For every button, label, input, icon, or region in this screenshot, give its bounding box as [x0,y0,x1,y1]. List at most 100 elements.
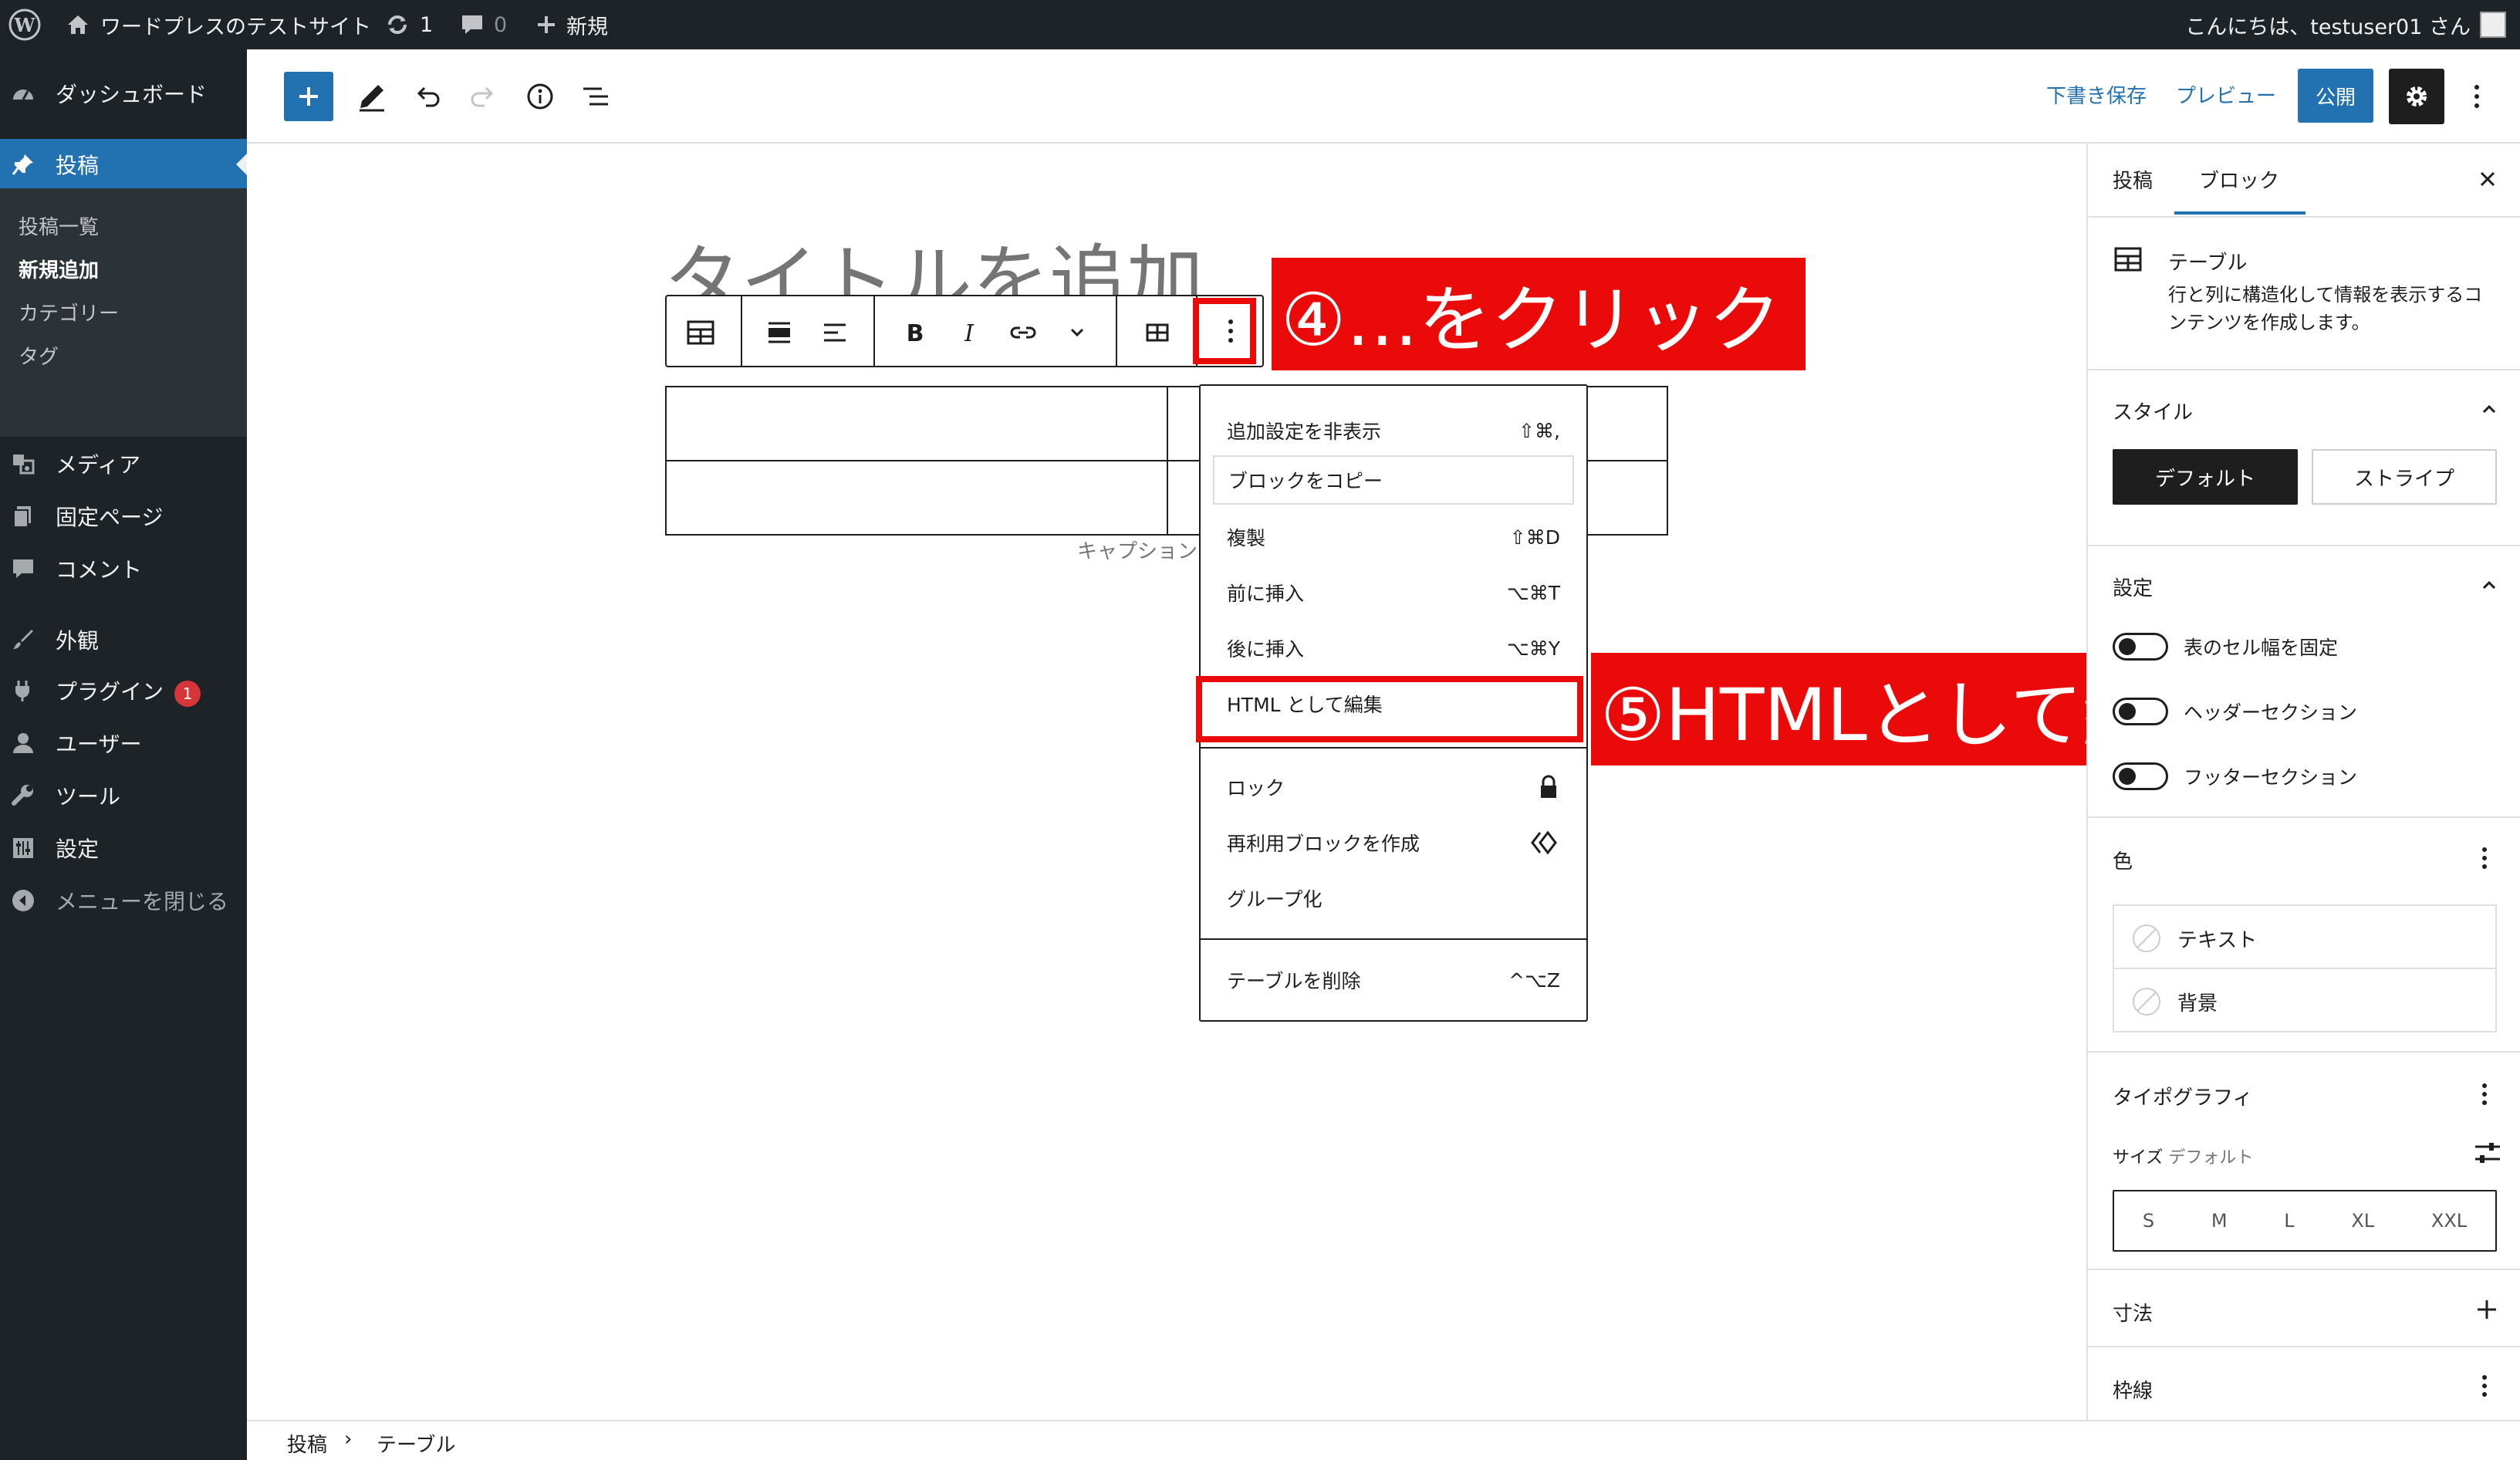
table-caption-input[interactable]: キャプション [1077,536,1198,564]
site-name-link[interactable]: ワードプレスのテストサイト [65,0,371,49]
size-option-xl[interactable]: XL [2351,1210,2374,1232]
plugins-text: プラグイン [56,678,164,705]
menu-media-label: メディア [56,452,141,478]
settings-sidebar: 投稿 ブロック テーブル 行と列に構造化して情報を表示するコンテンツを作成します… [2086,144,2520,1420]
menu-media[interactable]: メディア [0,438,247,489]
comments-link[interactable]: 0 [460,0,507,49]
toolbar-divider [1116,296,1117,367]
undo-button[interactable] [403,72,452,121]
block-type-button[interactable] [676,308,725,357]
table-cell[interactable] [665,386,1168,461]
menu-item-create-reusable[interactable]: 再利用ブロックを作成 [1213,818,1574,867]
text-align-button[interactable] [810,308,860,357]
wordpress-logo-icon[interactable]: W [8,0,42,49]
menu-dashboard[interactable]: ダッシュボード [0,68,247,119]
bold-button[interactable]: B [890,308,940,357]
menu-appearance-label: 外観 [56,628,100,654]
breadcrumb-separator-icon: › [344,1428,353,1451]
link-button[interactable] [998,308,1048,357]
styles-heading[interactable]: スタイル [2113,397,2193,425]
menu-comments[interactable]: コメント [0,543,247,594]
align-button[interactable] [755,308,804,357]
menu-tools[interactable]: ツール [0,770,247,821]
updates-link[interactable]: 1 [384,0,433,49]
save-draft-button[interactable]: 下書き保存 [2046,80,2147,109]
text-align-left-icon [824,323,846,342]
style-stripes-button[interactable]: ストライプ [2312,449,2497,505]
menu-settings[interactable]: 設定 [0,823,247,874]
submenu-categories[interactable]: カテゴリー [19,298,119,326]
size-option-m[interactable]: M [2211,1210,2228,1232]
tab-block[interactable]: ブロック [2199,165,2279,194]
menu-item-copy-block[interactable]: ブロックをコピー [1213,455,1574,505]
more-vertical-icon[interactable] [2480,846,2489,870]
pages-icon [13,506,31,528]
publish-button[interactable]: 公開 [2298,69,2373,123]
menu-pages[interactable]: 固定ページ [0,491,247,542]
edit-table-button[interactable] [1133,308,1182,357]
submenu-tags[interactable]: タグ [19,341,59,370]
menu-item-label: 後に挿入 [1227,638,1305,661]
my-account-link[interactable]: こんにちは、testuser01 さん [2185,0,2506,49]
menu-plugins[interactable]: プラグイン 1 [0,665,247,716]
settings-toggle-button[interactable] [2389,69,2444,124]
toggle-fixed-width[interactable] [2113,633,2168,661]
menu-item-insert-after[interactable]: 後に挿入 ⌥⌘Y [1213,624,1574,673]
more-vertical-icon[interactable] [2480,1082,2489,1107]
color-text-item[interactable]: テキスト [2113,904,2497,969]
custom-size-sliders-icon[interactable] [2472,1139,2503,1167]
table-cell[interactable] [665,460,1168,536]
color-text-label: テキスト [2177,929,2258,952]
tools-button[interactable] [347,72,397,121]
submenu-add-new[interactable]: 新規追加 [19,255,99,283]
size-value-text: デフォルト [2168,1148,2254,1168]
submenu-all-posts[interactable]: 投稿一覧 [19,211,99,240]
menu-item-group[interactable]: グループ化 [1213,874,1574,923]
block-inserter-button[interactable] [284,72,333,121]
more-vertical-icon[interactable] [2480,1374,2489,1398]
menu-appearance[interactable]: 外観 [0,614,247,665]
more-formatting-button[interactable] [1052,308,1102,357]
details-button[interactable] [515,72,565,121]
menu-item-hide-settings[interactable]: 追加設定を非表示 ⇧⌘, [1213,406,1574,455]
greeting: こんにちは、testuser01 さん [2185,15,2471,39]
toggle-knob [2119,638,2136,655]
size-option-xxl[interactable]: XXL [2431,1210,2467,1232]
menu-posts[interactable]: 投稿 [0,139,247,190]
breadcrumb-root[interactable]: 投稿 [287,1429,327,1458]
border-heading: 枠線 [2113,1380,2153,1403]
settings-heading[interactable]: 設定 [2113,573,2153,601]
size-option-l[interactable]: L [2284,1210,2294,1232]
list-view-button[interactable] [571,72,620,121]
new-content-link[interactable]: 新規 [535,0,608,49]
style-default-button[interactable]: デフォルト [2113,449,2298,505]
menu-users[interactable]: ユーザー [0,718,247,769]
color-background-item[interactable]: 背景 [2113,968,2497,1032]
table-icon [2114,247,2142,272]
menu-item-label: ロック [1227,777,1285,799]
menu-item-duplicate[interactable]: 複製 ⇧⌘D [1213,512,1574,562]
toggle-footer-section[interactable] [2113,762,2168,790]
redo-button[interactable] [458,72,508,121]
user-icon [13,733,33,753]
pushpin-icon [12,154,33,175]
preview-button[interactable]: プレビュー [2176,80,2276,109]
toggle-header-section[interactable] [2113,698,2168,725]
size-option-s[interactable]: S [2143,1210,2154,1232]
plus-icon[interactable] [2475,1298,2498,1321]
link-icon [1010,326,1036,339]
lock-icon [1541,775,1556,798]
menu-collapse[interactable]: メニューを閉じる [0,875,247,926]
chevron-up-icon[interactable] [2478,398,2500,420]
posts-submenu: 投稿一覧 新規追加 カテゴリー タグ [0,188,247,437]
toggle-fixed-width-label: 表のセル幅を固定 [2184,637,2339,659]
color-swatch-empty-icon [2133,924,2160,952]
menu-item-lock[interactable]: ロック [1213,762,1574,812]
close-sidebar-button[interactable] [2471,162,2505,196]
chevron-up-icon[interactable] [2478,574,2500,596]
menu-item-delete-table[interactable]: テーブルを削除 ^⌥Z [1213,955,1574,1005]
italic-button[interactable]: I [944,308,994,357]
tab-post[interactable]: 投稿 [2113,165,2153,194]
menu-item-insert-before[interactable]: 前に挿入 ⌥⌘T [1213,568,1574,617]
options-button[interactable] [2452,72,2501,121]
